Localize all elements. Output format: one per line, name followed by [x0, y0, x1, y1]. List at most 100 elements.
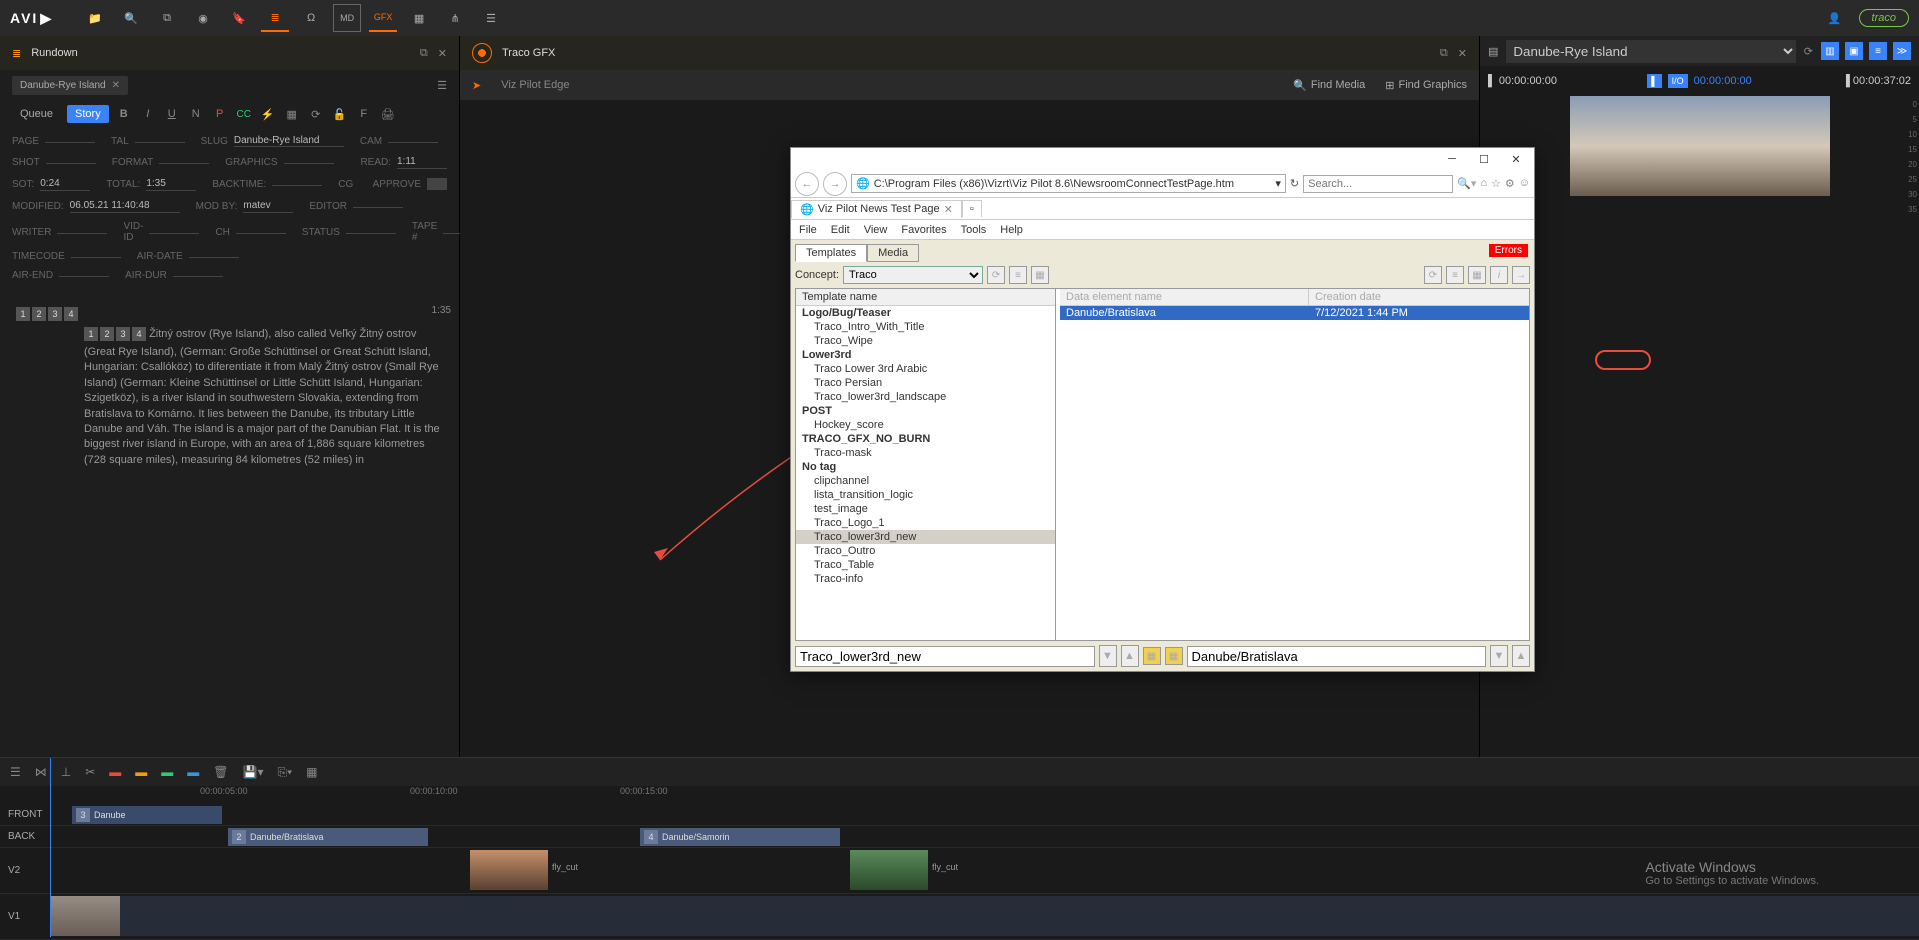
track-v2[interactable]: V2 fly_cut fly_cut: [0, 848, 1919, 894]
page-field[interactable]: [45, 140, 95, 143]
smiley-icon[interactable]: ☺: [1519, 177, 1530, 190]
template-dropdown[interactable]: ▼: [1099, 645, 1117, 667]
gfx-icon[interactable]: GFX: [369, 4, 397, 32]
template-row[interactable]: Traco_Logo_1: [796, 516, 1055, 530]
tl-grid-icon[interactable]: ▦: [306, 765, 317, 779]
template-row[interactable]: Traco-info: [796, 572, 1055, 586]
info-button[interactable]: i: [1490, 266, 1508, 284]
queue-button[interactable]: Queue: [12, 105, 61, 123]
menu-edit[interactable]: Edit: [831, 224, 850, 236]
tl-trash-icon[interactable]: 🗑: [213, 765, 228, 779]
template-input[interactable]: [795, 646, 1095, 667]
bottom-btn1[interactable]: ▦: [1143, 647, 1161, 665]
user-icon[interactable]: 👤: [1821, 4, 1849, 32]
airdate-field[interactable]: [189, 255, 239, 258]
template-row[interactable]: lista_transition_logic: [796, 488, 1055, 502]
md-icon[interactable]: MD: [333, 4, 361, 32]
globe-icon[interactable]: ◉: [189, 4, 217, 32]
home-icon[interactable]: ⌂: [1480, 177, 1487, 190]
story-button[interactable]: Story: [67, 105, 109, 123]
refresh-button[interactable]: ↻: [1290, 177, 1299, 190]
template-name-header[interactable]: Template name: [796, 289, 1055, 306]
clip-samorin[interactable]: 4Danube/Samorin: [640, 828, 840, 846]
template-row[interactable]: No tag: [796, 460, 1055, 474]
server-icon[interactable]: ☰: [477, 4, 505, 32]
template-row[interactable]: TRACO_GFX_NO_BURN: [796, 432, 1055, 446]
close-icon[interactable]: ✕: [438, 47, 447, 60]
airdur-field[interactable]: [173, 274, 223, 277]
url-bar[interactable]: 🌐 C:\Program Files (x86)\Vizrt\Viz Pilot…: [851, 174, 1286, 193]
templates-tab[interactable]: Templates: [795, 244, 867, 262]
ie-search-input[interactable]: [1303, 175, 1453, 193]
template-row[interactable]: Traco_lower3rd_new: [796, 530, 1055, 544]
menu-file[interactable]: File: [799, 224, 817, 236]
normal-button[interactable]: N: [187, 108, 205, 120]
approve-toggle[interactable]: [427, 178, 447, 190]
presenter-button[interactable]: P: [211, 108, 229, 120]
layout1-button[interactable]: ▥: [1821, 42, 1839, 60]
graphics-field[interactable]: [284, 161, 334, 164]
menu-icon[interactable]: ☰: [437, 79, 447, 92]
template-row[interactable]: test_image: [796, 502, 1055, 516]
playhead[interactable]: [50, 758, 51, 937]
format-field[interactable]: [159, 161, 209, 164]
layout2-button[interactable]: ▣: [1845, 42, 1863, 60]
story-text[interactable]: Žitný ostrov (Rye Island), also called V…: [84, 328, 440, 466]
ie-tab[interactable]: 🌐 Viz Pilot News Test Page ✕: [791, 200, 962, 218]
minimize-button[interactable]: ─: [1438, 150, 1466, 168]
status-field[interactable]: [346, 231, 396, 234]
menu-tools[interactable]: Tools: [961, 224, 987, 236]
errors-badge[interactable]: Errors: [1489, 244, 1528, 257]
concept-grid-button[interactable]: ▦: [1031, 266, 1049, 284]
forward-button-2[interactable]: →: [1512, 266, 1530, 284]
search-icon[interactable]: 🔍: [117, 4, 145, 32]
clip-danube[interactable]: 3Danube: [72, 806, 222, 824]
tl-slide-icon[interactable]: ▬: [187, 765, 199, 779]
grid-icon[interactable]: ▦: [283, 108, 301, 121]
concept-refresh-button[interactable]: ⟳: [987, 266, 1005, 284]
template-row[interactable]: Traco_lower3rd_landscape: [796, 390, 1055, 404]
io-label[interactable]: I/O: [1668, 74, 1688, 88]
data-element-input[interactable]: [1187, 646, 1487, 667]
tl-ripple-icon[interactable]: ▬: [135, 765, 147, 779]
mark-in-icon[interactable]: ▌: [1488, 75, 1496, 87]
data-element-header[interactable]: Data element name: [1060, 289, 1309, 306]
ie-tab-close-icon[interactable]: ✕: [944, 203, 953, 216]
gfx-popout-icon[interactable]: ⧉: [1440, 47, 1448, 60]
folder-icon[interactable]: 📁: [81, 4, 109, 32]
template-row[interactable]: Hockey_score: [796, 418, 1055, 432]
tl-split-icon[interactable]: ⊥: [61, 765, 71, 779]
bottom-btn2[interactable]: ▦: [1165, 647, 1183, 665]
clip-bratislava[interactable]: 2Danube/Bratislava: [228, 828, 428, 846]
settings-icon[interactable]: ⚙: [1505, 177, 1515, 190]
slug-field[interactable]: [234, 135, 344, 147]
v2-thumb2[interactable]: [850, 850, 928, 890]
track-back[interactable]: BACK 2Danube/Bratislava 4Danube/Samorin: [0, 826, 1919, 848]
v1-clip-bg[interactable]: [50, 896, 1919, 936]
tl-trim-icon[interactable]: ▬: [109, 765, 121, 779]
menu-view[interactable]: View: [864, 224, 888, 236]
right-grid-button[interactable]: ▦: [1468, 266, 1486, 284]
concept-select[interactable]: Traco: [843, 266, 983, 284]
cam-field[interactable]: [388, 140, 438, 143]
refresh-icon[interactable]: ⟳: [307, 108, 325, 121]
gfx-close-icon[interactable]: ✕: [1458, 47, 1467, 60]
favorites-icon[interactable]: ☆: [1491, 177, 1501, 190]
tl-link-icon[interactable]: ⋈: [35, 765, 47, 779]
window-close-button[interactable]: ✕: [1502, 150, 1530, 168]
template-row[interactable]: POST: [796, 404, 1055, 418]
data-dropdown[interactable]: ▼: [1490, 645, 1508, 667]
find-graphics-link[interactable]: ⊞ Find Graphics: [1385, 79, 1467, 92]
forward-button[interactable]: →: [823, 172, 847, 196]
template-row[interactable]: Logo/Bug/Teaser: [796, 306, 1055, 320]
template-row[interactable]: Traco_Intro_With_Title: [796, 320, 1055, 334]
template-row[interactable]: Lower3rd: [796, 348, 1055, 362]
ie-titlebar[interactable]: ─ ☐ ✕: [791, 148, 1534, 170]
seq-refresh-icon[interactable]: ⟳: [1804, 45, 1813, 58]
tal-field[interactable]: [135, 140, 185, 143]
timecode-field[interactable]: [71, 255, 121, 258]
template-up[interactable]: ▲: [1121, 645, 1139, 667]
tl-slip-icon[interactable]: ▬: [161, 765, 173, 779]
template-row[interactable]: clipchannel: [796, 474, 1055, 488]
omega-icon[interactable]: Ω: [297, 4, 325, 32]
